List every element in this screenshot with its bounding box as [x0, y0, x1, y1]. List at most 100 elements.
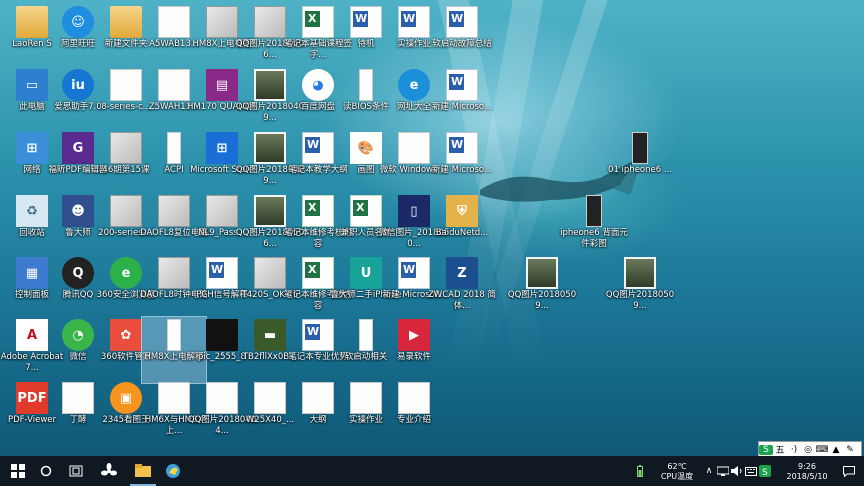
clock[interactable]: 9:26 2018/5/10 [780, 462, 834, 482]
photo-icon [254, 69, 286, 101]
ludashi-icon: ☻ [62, 195, 94, 227]
word-icon [302, 319, 334, 351]
desktop-icon-label: ZWCAD 2018 简体... [427, 290, 497, 311]
narrow-icon [359, 69, 373, 101]
ime-voice-icon[interactable]: ◎ [801, 445, 815, 455]
ime-keyboard-icon[interactable]: ⌨ [815, 445, 829, 455]
desktop-icon-narrow2[interactable]: ipheone6 背面元件彩图 [560, 193, 628, 259]
desktop[interactable]: LaoRen S ▭ 此电脑 ⊞ 网络 ♻ 回收站 ▦ 控制面板 A Adobe Acrobat 7… [0, 0, 864, 456]
battery-icon[interactable] [634, 456, 646, 486]
ime-indicator-icon[interactable]: S [758, 456, 772, 486]
img-icon [206, 6, 238, 38]
desktop-icon-label: 01 ipheone6 ... [608, 165, 672, 175]
soft360-icon: ✿ [110, 319, 142, 351]
taskbar-fan-app[interactable] [96, 456, 122, 486]
img-icon [254, 257, 286, 289]
desktop-icon-word[interactable]: 新建 Microso... [430, 67, 494, 133]
recorder-icon: ▶ [398, 319, 430, 351]
network-icon[interactable] [716, 456, 730, 486]
folder-icon [110, 6, 142, 38]
action-center-button[interactable] [840, 456, 858, 486]
file-icon [158, 6, 190, 38]
desktop-icon-file[interactable]: 专业介绍 [382, 380, 446, 446]
wangwang-icon: ☺ [62, 6, 94, 38]
xls-icon [302, 6, 334, 38]
taskbar: 62℃ CPU温度 ∧ S 9:26 2018/5/10 [0, 456, 864, 486]
search-button[interactable] [34, 456, 58, 486]
desktop-icon-baidunetd[interactable]: ⛨ BaiduNetd... [430, 193, 494, 259]
desktop-icon-label: 专业介绍 [396, 415, 431, 425]
narrow-icon [167, 319, 181, 351]
img-icon [158, 257, 190, 289]
zwcad-icon: Z [446, 257, 478, 289]
desktop-icon-word[interactable]: 软启动故障总结 [430, 4, 494, 70]
show-hidden-icons-chevron-icon[interactable]: ∧ [702, 456, 716, 486]
narrow-icon [359, 319, 373, 351]
photo-icon [254, 132, 286, 164]
control-icon: ▦ [16, 257, 48, 289]
img-icon [158, 195, 190, 227]
wechat-icon: ◔ [62, 319, 94, 351]
cpu-temperature-widget[interactable]: 62℃ CPU温度 [656, 462, 698, 482]
word-icon [446, 69, 478, 101]
narrow2-icon [632, 132, 648, 164]
board-icon: ▬ [254, 319, 286, 351]
xls-icon [350, 195, 382, 227]
file-icon [398, 132, 430, 164]
img-icon [254, 6, 286, 38]
taskbar-file-explorer[interactable] [130, 456, 156, 486]
file-icon [158, 382, 190, 414]
img-icon [206, 195, 238, 227]
file-icon [206, 382, 238, 414]
winrar-icon: ▤ [206, 69, 238, 101]
baidupan-icon: ◕ [302, 69, 334, 101]
file-icon [302, 382, 334, 414]
clock-date: 2018/5/10 [786, 472, 828, 481]
ime-skin-icon[interactable]: ▲ [829, 445, 843, 455]
desktop-icon-recorder[interactable]: ▶ 易录软件 [382, 317, 446, 383]
xls-icon [302, 257, 334, 289]
ime-mode-item[interactable]: 五 [773, 443, 787, 456]
phone-icon: ▯ [398, 195, 430, 227]
taskbar-parrot-app[interactable] [160, 456, 186, 486]
task-view-button[interactable] [64, 456, 88, 486]
desktop-icon-word[interactable]: 新建 Microso... [430, 130, 494, 196]
ime-punct-item[interactable]: ·) [787, 445, 801, 455]
parrot-icon [166, 464, 180, 478]
ime-tools-icon[interactable]: ✎ [843, 445, 857, 455]
volume-icon[interactable] [730, 456, 744, 486]
desktop-icon-narrow2[interactable]: 01 ipheone6 ... [608, 130, 672, 196]
desktop-icon-label: ipheone6 背面元件彩图 [560, 228, 628, 249]
desktop-icon-photo[interactable]: QQ图片20180509... [508, 255, 576, 321]
sogou-ime-icon[interactable]: S [759, 444, 773, 455]
network-icon: ⊞ [16, 132, 48, 164]
desktop-icon-label: 新建 Microso... [431, 102, 493, 112]
file-icon [254, 382, 286, 414]
desktop-icon-photo[interactable]: QQ图片20180509... [606, 255, 674, 321]
ie-icon: e [398, 69, 430, 101]
desktop-icon-label: QQ图片20180509... [605, 290, 675, 311]
file-icon [158, 69, 190, 101]
keyboard-icon[interactable] [744, 456, 758, 486]
xls-icon [302, 195, 334, 227]
file-icon [398, 382, 430, 414]
word-icon [398, 6, 430, 38]
cpu-temp-label: CPU温度 [660, 472, 694, 481]
paint-icon: 🎨 [350, 132, 382, 164]
fan-icon [101, 463, 117, 476]
store-icon: ⊞ [206, 132, 238, 164]
notification-icon [843, 465, 855, 477]
img-icon [110, 132, 142, 164]
folder-icon [135, 463, 151, 477]
desktop-icon-zwcad[interactable]: Z ZWCAD 2018 简体... [428, 255, 496, 321]
file-icon [110, 69, 142, 101]
aisi-icon: iu [62, 69, 94, 101]
file-icon [350, 382, 382, 414]
cpu-temp-value: 62℃ [667, 462, 687, 471]
baidunetd-icon: ⛨ [446, 195, 478, 227]
start-button[interactable] [4, 456, 32, 486]
desktop-icon-label: 软启动故障总结 [432, 39, 492, 49]
file-icon [62, 382, 94, 414]
pc-icon: ▭ [16, 69, 48, 101]
word-icon [350, 6, 382, 38]
